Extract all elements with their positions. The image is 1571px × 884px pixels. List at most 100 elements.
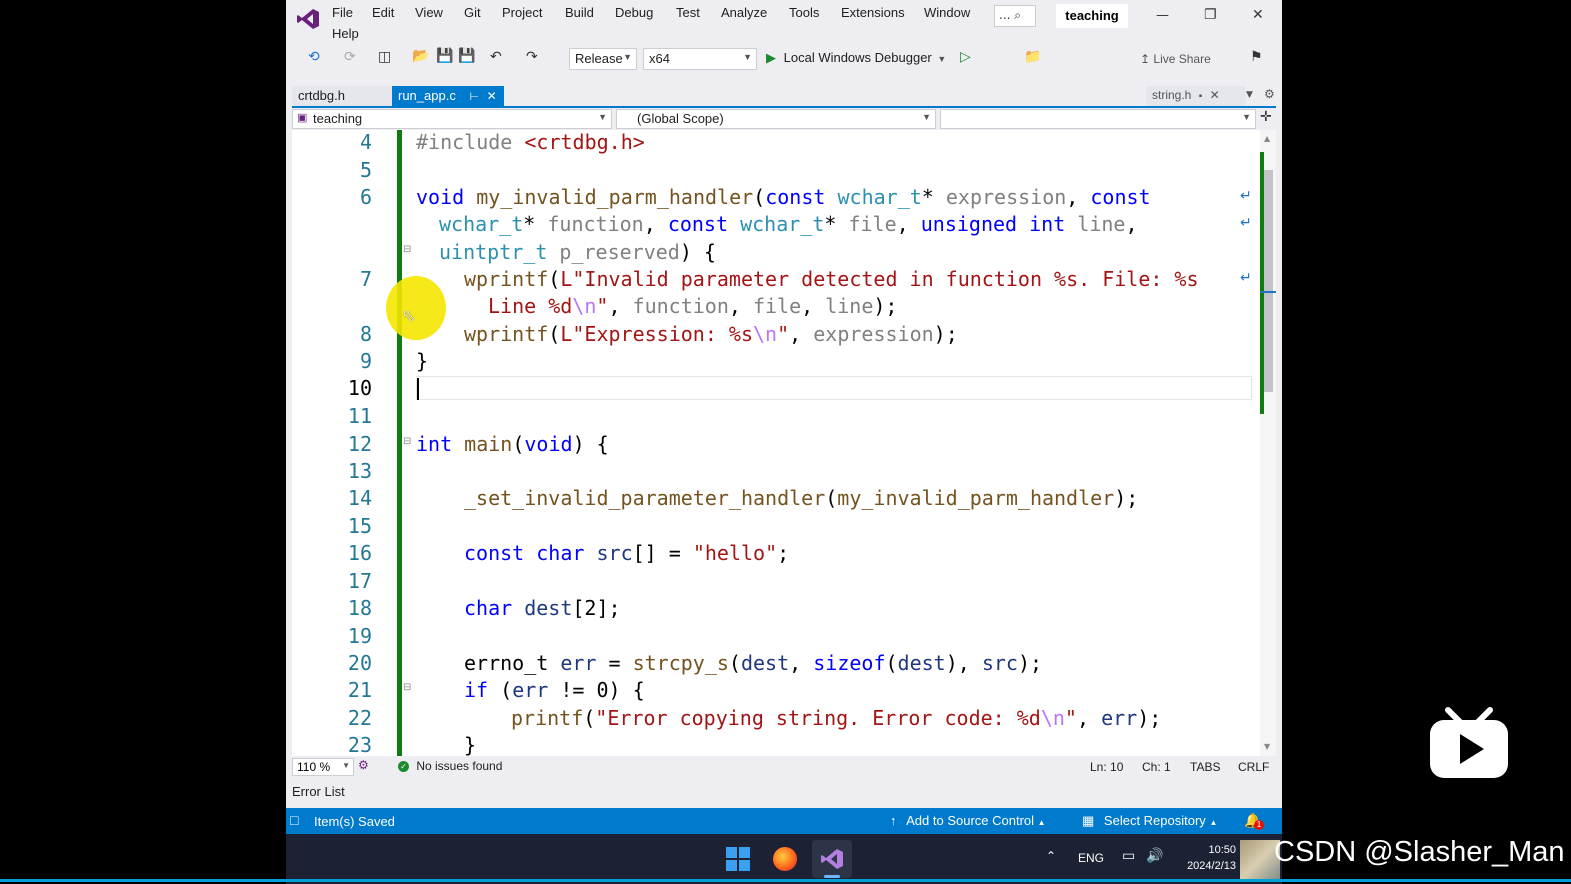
network-icon[interactable]: ▭ (1122, 848, 1135, 864)
issues-indicator[interactable]: ✓ No issues found (398, 759, 502, 773)
indent-mode[interactable]: TABS (1190, 760, 1220, 774)
redo-icon[interactable]: ↷ (526, 49, 538, 65)
system-tray-chevron-icon[interactable]: ⌃ (1046, 849, 1056, 863)
close-tab-icon[interactable]: ✕ (487, 89, 497, 103)
code-line-6-wrap1: wchar_t* function, const wchar_t* file, … (439, 212, 1138, 236)
minimize-button[interactable]: — (1156, 8, 1169, 23)
chevron-down-icon: ▼ (623, 52, 632, 62)
close-tab-icon[interactable]: ✕ (1210, 88, 1220, 102)
language-indicator[interactable]: ENG (1078, 851, 1104, 865)
firefox-icon[interactable] (773, 847, 797, 871)
menu-file[interactable]: File (332, 5, 353, 20)
line-indicator[interactable]: Ln: 10 (1090, 760, 1123, 774)
close-button[interactable]: ✕ (1252, 7, 1264, 23)
save-all-icon[interactable]: 💾 (458, 48, 475, 64)
line-number: 20 (347, 651, 372, 675)
code-line-6-wrap2: uintptr_t p_reserved) { (439, 240, 716, 264)
line-number: 6 (359, 185, 372, 209)
zoom-dropdown[interactable]: 110 % ▼ (292, 758, 354, 776)
column-indicator[interactable]: Ch: 1 (1142, 760, 1171, 774)
search-box[interactable]: ... ⌕ (994, 5, 1036, 27)
undo-icon[interactable]: ↶ (490, 49, 502, 65)
error-list-tab[interactable]: Error List (292, 784, 345, 799)
menu-tools[interactable]: Tools (789, 5, 819, 20)
output-icon[interactable]: □ (290, 812, 298, 828)
menu-debug[interactable]: Debug (615, 5, 653, 20)
menu-extensions[interactable]: Extensions (841, 5, 905, 20)
line-number: 13 (347, 459, 372, 483)
menu-window[interactable]: Window (924, 5, 970, 20)
start-without-debugging-icon[interactable]: ▷ (960, 49, 971, 65)
collapse-icon[interactable]: ⊟ (403, 244, 411, 255)
platform-dropdown[interactable]: x64 ▼ (643, 48, 757, 70)
tab-string[interactable]: string.h ▪ ✕ (1146, 86, 1246, 106)
restore-button[interactable]: ❐ (1204, 7, 1217, 23)
menu-edit[interactable]: Edit (372, 5, 394, 20)
live-share-button[interactable]: ↥ Live Share (1140, 52, 1211, 66)
windows-start-icon[interactable] (726, 847, 750, 871)
open-folder-icon[interactable]: 📂 (412, 48, 429, 64)
scrollbar-thumb[interactable] (1264, 170, 1273, 392)
line-number: 4 (359, 130, 372, 154)
menu-help[interactable]: Help (332, 26, 359, 41)
line-number: 11 (347, 404, 372, 428)
line-number: 5 (359, 158, 372, 182)
line-number: 15 (347, 514, 372, 538)
repository-icon: ▦ (1082, 813, 1095, 828)
add-to-source-control-button[interactable]: ↑ Add to Source Control ▲ (890, 813, 1046, 828)
play-overlay-button[interactable] (1428, 706, 1510, 780)
tab-list-icon[interactable]: ▼ (1246, 90, 1253, 100)
chevron-down-icon: ▼ (743, 52, 752, 62)
solution-name-badge: teaching (1056, 4, 1128, 28)
clock[interactable]: 10:50 2024/2/13 (1174, 842, 1236, 874)
collapse-icon[interactable]: ⊟ (403, 436, 411, 447)
settings-gear-icon[interactable]: ⚙ (1264, 87, 1275, 101)
scroll-up-icon[interactable]: ▲ (1264, 134, 1270, 143)
code-line-20: errno_t err = strcpy_s(dest, sizeof(dest… (464, 651, 1043, 675)
visual-studio-taskbar-icon[interactable] (812, 840, 852, 878)
tab-run-app[interactable]: run_app.c ⊢ ✕ (392, 86, 504, 106)
menu-test[interactable]: Test (676, 5, 700, 20)
menu-git[interactable]: Git (464, 5, 481, 20)
scroll-down-icon[interactable]: ▼ (1264, 742, 1270, 751)
code-cleanup-icon[interactable]: ⚙ (358, 758, 369, 772)
text-cursor (417, 378, 419, 400)
select-repository-button[interactable]: ▦ Select Repository ▲ (1082, 813, 1217, 829)
back-icon[interactable]: ⟲ (308, 49, 320, 65)
project-dropdown[interactable]: ▣ teaching ▼ (292, 109, 612, 129)
search-icon: ... ⌕ (999, 8, 1021, 22)
line-ending[interactable]: CRLF (1238, 760, 1269, 774)
configuration-dropdown[interactable]: Release ▼ (569, 48, 637, 70)
line-number: 21 (347, 678, 372, 702)
toolbar-folder-icon[interactable]: 📁 (1024, 49, 1041, 65)
code-line-14: _set_invalid_parameter_handler(my_invali… (464, 486, 1139, 510)
active-app-indicator (824, 875, 840, 878)
menu-view[interactable]: View (415, 5, 443, 20)
code-line-23: } (464, 733, 477, 756)
collapse-icon[interactable]: ⊟ (403, 682, 411, 693)
new-project-icon[interactable]: ◫ (378, 49, 391, 65)
forward-icon[interactable]: ⟳ (344, 49, 356, 65)
toolbar: ⟲ ⟳ ◫ 📂 💾 💾 ↶ ↷ Release ▼ x64 ▼ ▶ Local Wi… (286, 46, 1282, 72)
code-editor[interactable]: 4 5 6 7 8 9 10 11 12 13 14 15 16 17 18 19 20 21 22 23 ⊟ ⊟ ⊟… (292, 130, 1276, 756)
notifications-button[interactable]: 🔔 1 (1244, 812, 1264, 830)
feedback-icon[interactable]: ⚑ (1250, 49, 1263, 65)
tab-crtdbg[interactable]: crtdbg.h (292, 86, 392, 106)
code-line-7: wprintf(L"Invalid parameter detected in … (464, 267, 1199, 291)
menu-project[interactable]: Project (502, 5, 542, 20)
scope-dropdown[interactable]: (Global Scope) ▼ (616, 109, 936, 129)
pin-icon[interactable]: ▪ (1199, 91, 1203, 102)
vertical-scrollbar[interactable]: ▲ ▼ (1260, 130, 1276, 756)
line-number: 8 (359, 322, 372, 346)
menu-build[interactable]: Build (565, 5, 594, 20)
start-debugger-button[interactable]: ▶ Local Windows Debugger ▼ (766, 50, 946, 66)
share-icon: ↥ (1140, 52, 1151, 66)
pin-icon[interactable]: ⊢ (469, 91, 479, 103)
member-dropdown[interactable]: ▼ (940, 109, 1256, 129)
chevron-up-icon: ▲ (1209, 818, 1218, 827)
save-icon[interactable]: 💾 (436, 48, 453, 64)
volume-icon[interactable]: 🔊 (1146, 848, 1163, 864)
code-line-21: if (err != 0) { (464, 678, 645, 702)
menu-analyze[interactable]: Analyze (721, 5, 767, 20)
split-editor-icon[interactable]: ✛ (1260, 109, 1272, 125)
